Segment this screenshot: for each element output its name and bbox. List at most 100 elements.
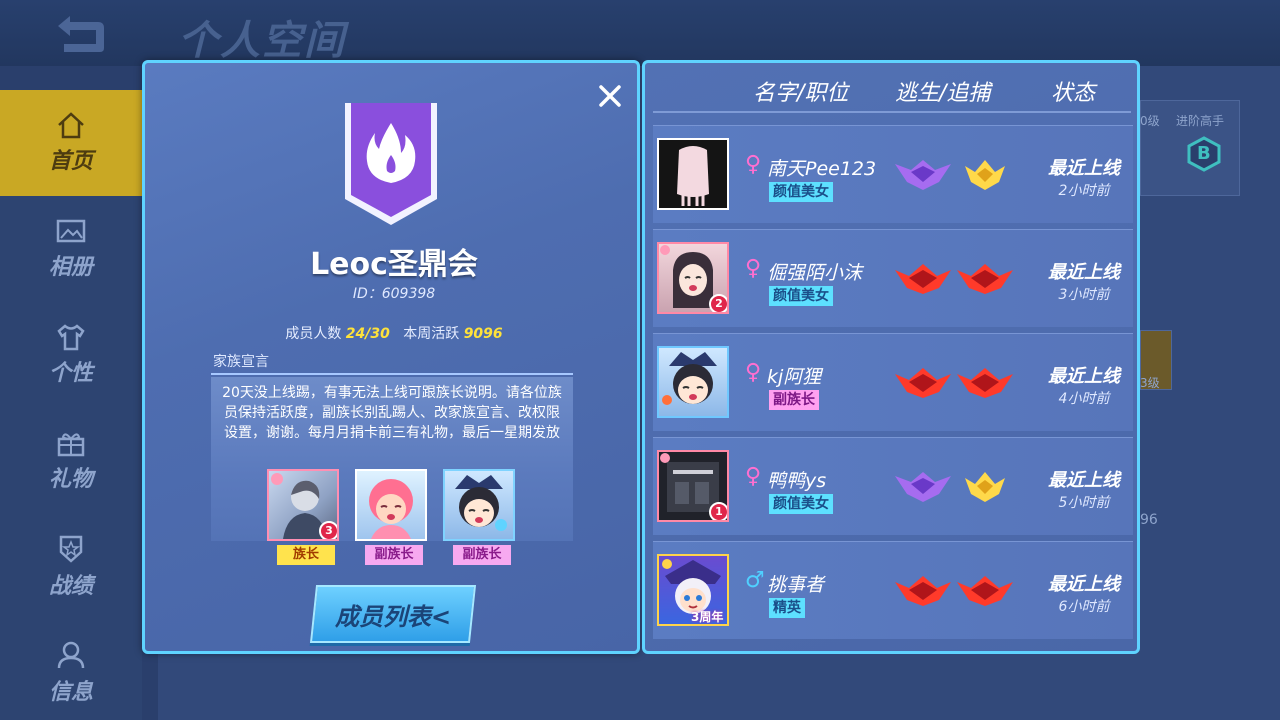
member-row[interactable]: ♀ 南天Pee123 颜值美女 最近上线 2小时前 xyxy=(653,125,1133,223)
header-escape-hunt: 逃生/追捕 xyxy=(895,81,991,106)
background-level-text: 0级 xyxy=(1140,114,1160,128)
member-row[interactable]: 2 ♀ 倔强陌小沫 颜值美女 最近上线 3小时前 xyxy=(653,229,1133,327)
hunt-rank-red-icon xyxy=(957,576,1013,606)
rank-badge-letter: B xyxy=(1197,143,1211,164)
escape-rank-purple-icon xyxy=(895,160,951,190)
background-level-text-2: 3级 xyxy=(1140,376,1160,390)
last-online-time: 3小时前 xyxy=(1058,287,1110,303)
avatar xyxy=(657,138,729,210)
avatar xyxy=(355,469,427,541)
gender-female-icon: ♀ xyxy=(745,360,762,385)
weekly-activity-value: 9096 xyxy=(463,326,503,342)
escape-rank-red-icon xyxy=(895,368,951,398)
officer-role: 副族长 xyxy=(453,545,511,565)
sidebar-item-style[interactable]: 个性 xyxy=(0,302,142,408)
rank-badge: 2 xyxy=(709,294,727,312)
member-list-button[interactable]: 成员列表< xyxy=(309,585,477,643)
member-name: 挑事者 xyxy=(767,574,825,596)
member-name: 鸭鸭ys xyxy=(767,470,827,492)
avatar: 2 xyxy=(657,242,729,314)
sidebar-item-home[interactable]: 首页 xyxy=(0,90,142,196)
sidebar-item-label: 礼物 xyxy=(48,467,93,492)
declaration-divider xyxy=(211,373,573,375)
sidebar-item-label: 相册 xyxy=(48,255,93,280)
clan-banner-icon xyxy=(345,103,437,225)
back-button[interactable] xyxy=(40,10,120,58)
header-status: 状态 xyxy=(1051,81,1096,106)
sidebar-item-info[interactable]: 信息 xyxy=(0,620,142,720)
member-title: 精英 xyxy=(769,598,805,618)
last-online-time: 4小时前 xyxy=(1058,391,1110,407)
declaration-title: 家族宣言 xyxy=(213,354,269,370)
medal-icon xyxy=(59,535,83,563)
header-divider xyxy=(653,111,1131,113)
members-count-label: 成员人数 xyxy=(285,326,342,342)
background-number: 96 xyxy=(1140,512,1158,528)
shirt-icon xyxy=(57,324,85,351)
avatar xyxy=(657,346,729,418)
album-icon xyxy=(56,219,86,243)
weekly-activity-label: 本周活跃 xyxy=(403,326,460,342)
sidebar-item-label: 首页 xyxy=(48,149,93,174)
officer-vice-2[interactable]: 副族长 xyxy=(441,469,517,565)
status-label: 最近上线 xyxy=(1048,366,1120,387)
member-row[interactable]: ♀ kj阿狸 副族长 最近上线 4小时前 xyxy=(653,333,1133,431)
avatar: 3 xyxy=(267,469,339,541)
sidebar-item-album[interactable]: 相册 xyxy=(0,196,142,302)
escape-rank-red-icon xyxy=(895,264,951,294)
clan-info-panel: Leoc圣鼎会 ID：609398 成员人数 24/30 本周活跃 9096 家… xyxy=(142,60,640,654)
officer-vice-1[interactable]: 副族长 xyxy=(353,469,429,565)
sidebar-item-label: 个性 xyxy=(48,361,93,386)
close-button[interactable] xyxy=(593,79,627,113)
avatar xyxy=(443,469,515,541)
hunt-rank-red-icon xyxy=(957,368,1013,398)
close-icon xyxy=(599,85,621,107)
last-online-time: 2小时前 xyxy=(1058,183,1110,199)
gender-female-icon: ♀ xyxy=(745,152,762,177)
sidebar-item-label: 战绩 xyxy=(48,574,93,599)
gender-male-icon: ♂ xyxy=(745,568,765,593)
sidebar-item-record[interactable]: 战绩 xyxy=(0,514,142,620)
member-row[interactable]: 1 ♀ 鸭鸭ys 颜值美女 最近上线 5小时前 xyxy=(653,437,1133,535)
sidebar-item-gift[interactable]: 礼物 xyxy=(0,408,142,514)
status-label: 最近上线 xyxy=(1048,262,1120,283)
officer-leader[interactable]: 3 族长 xyxy=(265,469,341,565)
member-title: 颜值美女 xyxy=(769,286,833,306)
member-title: 颜值美女 xyxy=(769,494,833,514)
status-label: 最近上线 xyxy=(1048,574,1120,595)
gender-female-icon: ♀ xyxy=(745,464,762,489)
hunt-rank-red-icon xyxy=(957,264,1013,294)
header-name-title: 名字/职位 xyxy=(753,81,849,106)
clan-name: Leoc圣鼎会 xyxy=(310,247,478,282)
user-icon xyxy=(57,641,85,669)
sidebar: 首页 相册 个性 礼物 战绩 信息 xyxy=(0,90,142,720)
gift-icon xyxy=(57,433,85,457)
last-online-time: 6小时前 xyxy=(1058,599,1110,615)
member-name: 倔强陌小沫 xyxy=(767,262,863,284)
member-row[interactable]: 3周年 ♂ 挑事者 精英 最近上线 6小时前 xyxy=(653,541,1133,639)
home-icon xyxy=(58,112,84,139)
member-title: 颜值美女 xyxy=(769,182,833,202)
member-name: 南天Pee123 xyxy=(767,158,877,180)
rank-badge: 3 xyxy=(319,521,337,539)
gender-female-icon: ♀ xyxy=(745,256,762,281)
hunt-rank-gold-icon xyxy=(965,472,1005,502)
background-badge-label: 进阶高手 xyxy=(1176,114,1225,128)
clan-id: ID：609398 xyxy=(352,286,436,302)
escape-rank-red-icon xyxy=(895,576,951,606)
clan-stats: 成员人数 24/30 本周活跃 9096 xyxy=(145,323,643,343)
page-title: 个人空间 xyxy=(178,18,346,64)
declaration-text: 20天没上线踢，有事无法上线可跟族长说明。请各位族员保持活跃度，副族长别乱踢人、… xyxy=(222,385,562,441)
member-title: 副族长 xyxy=(769,390,819,410)
members-count-value: 24/30 xyxy=(345,326,390,342)
member-list-panel: 名字/职位 逃生/追捕 状态 ♀ 南天Pee123 颜值美女 最近上线 2小时前… xyxy=(642,60,1140,654)
status-label: 最近上线 xyxy=(1048,470,1120,491)
last-online-time: 5小时前 xyxy=(1058,495,1110,511)
member-list-button-label: 成员列表< xyxy=(334,602,452,631)
avatar: 1 xyxy=(657,450,729,522)
sidebar-item-label: 信息 xyxy=(48,680,93,705)
anniversary-badge: 3周年 xyxy=(691,610,724,624)
back-arrow-icon xyxy=(58,16,104,52)
member-name: kj阿狸 xyxy=(767,366,822,388)
hunt-rank-gold-icon xyxy=(965,160,1005,190)
